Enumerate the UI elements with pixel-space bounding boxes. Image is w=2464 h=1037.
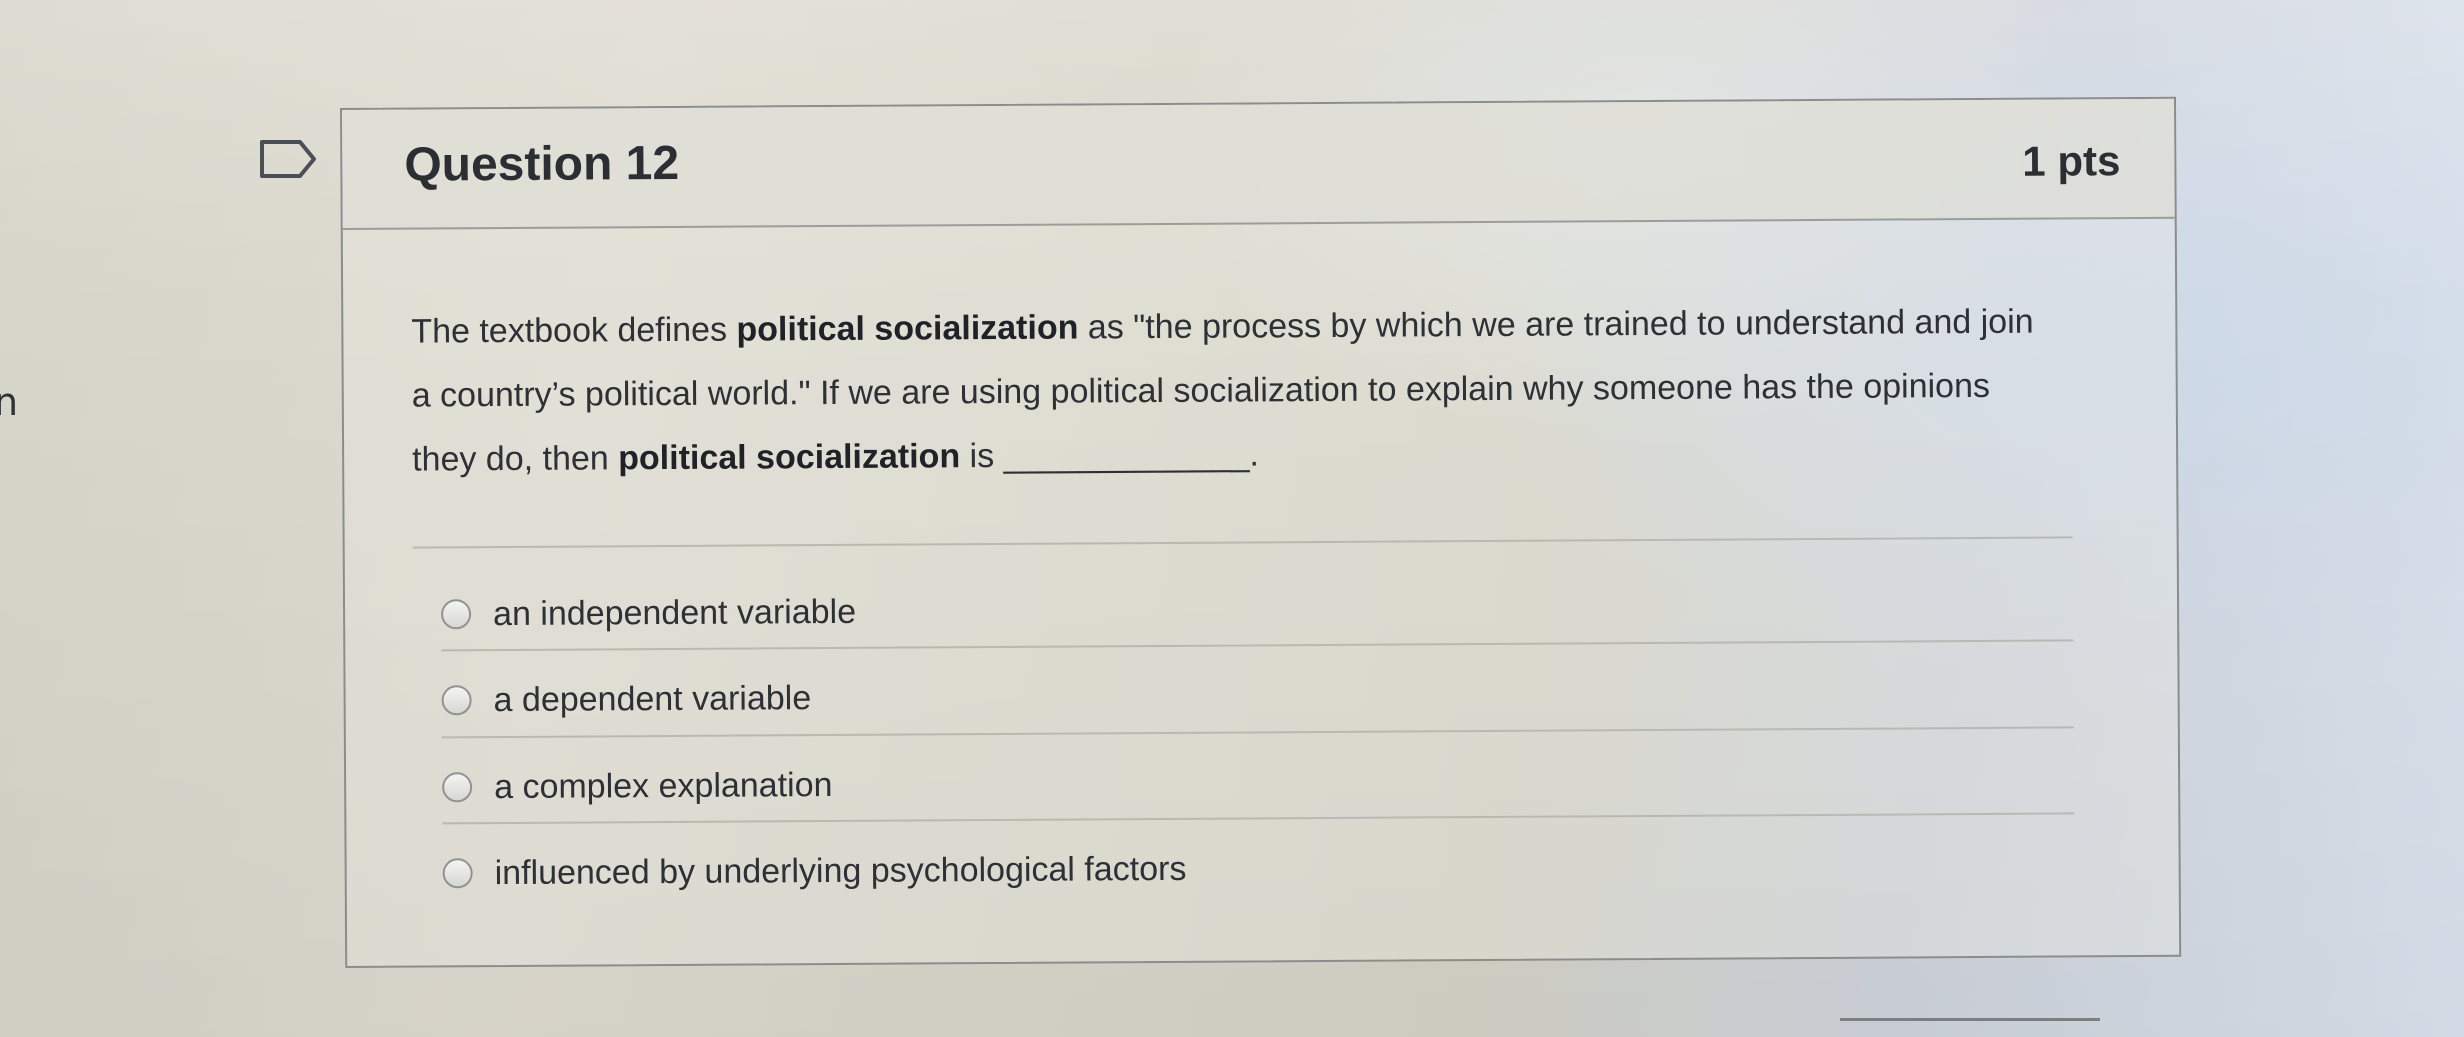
divider	[412, 536, 2073, 549]
question-text-part: is _____________.	[960, 435, 1259, 476]
question-title: Question 12	[404, 136, 680, 192]
bold-term: political socialization	[618, 437, 961, 478]
answer-option[interactable]: an independent variable	[441, 584, 856, 643]
cropped-edge-text: n	[0, 380, 19, 424]
bold-term: political socialization	[736, 308, 1079, 349]
answer-label: a complex explanation	[494, 765, 833, 806]
radio-button-icon[interactable]	[442, 858, 473, 889]
question-card: Question 12 1 pts The textbook defines p…	[340, 96, 2182, 968]
radio-button-icon[interactable]	[441, 599, 472, 630]
question-points: 1 pts	[2022, 137, 2121, 185]
divider	[442, 812, 2075, 825]
flag-icon[interactable]	[258, 138, 320, 180]
divider	[441, 639, 2074, 652]
answer-label: a dependent variable	[493, 678, 812, 719]
question-header: Question 12 1 pts	[342, 98, 2175, 230]
question-text: The textbook defines political socializa…	[411, 290, 2052, 492]
radio-button-icon[interactable]	[442, 772, 473, 803]
question-text-part: The textbook defines	[411, 310, 737, 351]
next-card-edge	[1840, 1018, 2100, 1021]
answer-label: influenced by underlying psychological f…	[494, 849, 1187, 892]
answer-option[interactable]: influenced by underlying psychological f…	[442, 841, 1187, 902]
answer-option[interactable]: a dependent variable	[441, 670, 811, 728]
answer-option[interactable]: a complex explanation	[442, 757, 833, 815]
radio-button-icon[interactable]	[441, 685, 472, 716]
answer-label: an independent variable	[492, 592, 857, 633]
divider	[441, 726, 2074, 739]
